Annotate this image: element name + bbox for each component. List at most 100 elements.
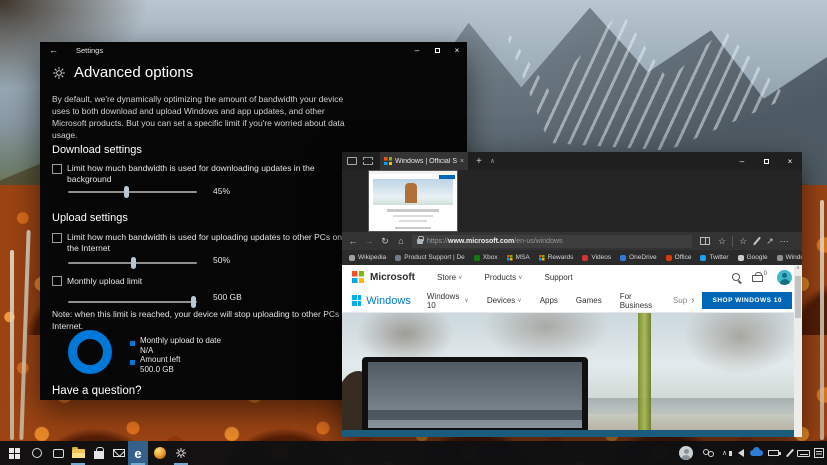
- nav-store[interactable]: Store∨: [437, 273, 463, 282]
- favorite-xbox[interactable]: Xbox: [474, 254, 498, 261]
- nav-products[interactable]: Products∨: [485, 273, 523, 282]
- scroll-up-icon[interactable]: ∧: [794, 265, 802, 271]
- favorite-windows10-compare[interactable]: Windows 10 Compar-: [777, 254, 802, 261]
- color-orb-app-button[interactable]: [150, 441, 170, 465]
- page-description: By default, we're dynamically optimizing…: [52, 94, 352, 142]
- hub-favorites-icon[interactable]: ☆: [739, 236, 747, 247]
- monthly-upload-limit-checkbox[interactable]: [52, 276, 62, 286]
- close-button[interactable]: ×: [447, 42, 467, 58]
- favorite-rewards[interactable]: Rewards: [539, 254, 574, 261]
- slider-thumb[interactable]: [124, 186, 129, 198]
- refresh-icon[interactable]: ↻: [377, 236, 393, 247]
- close-button[interactable]: ×: [778, 152, 802, 170]
- office-icon: [666, 255, 672, 261]
- tray-volume[interactable]: [732, 441, 749, 465]
- favorite-onedrive[interactable]: OneDrive: [620, 254, 656, 261]
- microsoft-brand[interactable]: Microsoft: [370, 272, 415, 283]
- mail-button[interactable]: [109, 441, 129, 465]
- favorite-twitter[interactable]: Twitter: [700, 254, 728, 261]
- monthly-upload-slider[interactable]: [68, 301, 197, 303]
- search-icon[interactable]: [732, 273, 740, 281]
- slider-thumb[interactable]: [131, 257, 136, 269]
- scrollbar-thumb[interactable]: [795, 276, 801, 318]
- upload-usage-donut-chart: [68, 330, 112, 374]
- reading-view-icon[interactable]: [700, 237, 710, 245]
- edge-button[interactable]: e: [128, 441, 148, 465]
- home-icon[interactable]: ⌂: [393, 236, 409, 246]
- back-icon[interactable]: ←: [49, 45, 58, 55]
- support-icon: [395, 255, 401, 261]
- hero-image: [342, 313, 794, 430]
- favorite-product-support[interactable]: Product Support | De: [395, 254, 465, 261]
- new-tab-button[interactable]: +: [476, 156, 482, 167]
- tab-preview-thumbnail[interactable]: [368, 170, 458, 232]
- windows-logo[interactable]: [352, 295, 361, 306]
- pen-icon: [785, 449, 793, 458]
- upload-limit-label: Limit how much bandwidth is used for upl…: [67, 232, 352, 255]
- wallpaper-birch-trunk: [10, 250, 14, 440]
- nav-devices[interactable]: Devices∨: [487, 296, 522, 305]
- maximize-icon: [764, 159, 769, 164]
- add-favorite-star-icon[interactable]: ☆: [718, 236, 726, 247]
- maximize-button[interactable]: [754, 152, 778, 170]
- microsoft-logo[interactable]: [352, 271, 364, 283]
- download-bandwidth-slider[interactable]: [68, 191, 197, 193]
- user-avatar-icon: [679, 446, 693, 460]
- nav-support-truncated[interactable]: Sup: [673, 296, 687, 305]
- nav-windows10[interactable]: Windows 10∨: [427, 292, 469, 310]
- page-scrollbar[interactable]: ∧: [794, 265, 802, 437]
- file-explorer-button[interactable]: [68, 441, 88, 465]
- chevron-down-icon: ∨: [518, 274, 522, 281]
- forward-icon[interactable]: →: [361, 236, 377, 246]
- favorite-msa[interactable]: MSA: [507, 254, 530, 261]
- microsoft-header: Microsoft Store∨ Products∨ Support 0: [342, 265, 802, 289]
- store-button[interactable]: [89, 441, 109, 465]
- nav-support[interactable]: Support: [545, 273, 573, 282]
- minimize-button[interactable]: –: [730, 152, 754, 170]
- shop-windows10-button[interactable]: SHOP WINDOWS 10: [702, 292, 792, 309]
- slider-thumb[interactable]: [191, 296, 196, 308]
- favorite-wikipedia[interactable]: Wikipedia: [349, 254, 386, 261]
- nav-for-business[interactable]: For Business: [620, 292, 659, 310]
- wallpaper-birch-trunk: [820, 200, 824, 440]
- favorite-office[interactable]: Office: [666, 254, 692, 261]
- browser-tab[interactable]: Windows | Official Site f ×: [380, 152, 468, 170]
- start-button[interactable]: [4, 441, 24, 465]
- account-avatar[interactable]: [777, 270, 792, 285]
- gear-icon: [52, 66, 66, 80]
- more-options-icon[interactable]: ⋯: [780, 236, 789, 247]
- monthly-slider-value: 500 GB: [213, 292, 242, 302]
- windows-brand[interactable]: Windows: [366, 295, 411, 307]
- chevron-down-icon: ∨: [517, 297, 521, 304]
- web-note-pen-icon[interactable]: [753, 237, 761, 246]
- favorite-google[interactable]: Google: [738, 254, 768, 261]
- tab-close-icon[interactable]: ×: [460, 158, 464, 165]
- upload-bandwidth-slider[interactable]: [68, 262, 197, 264]
- action-center-button[interactable]: [810, 441, 827, 465]
- windows-subheader: Windows Windows 10∨ Devices∨ Apps Games …: [342, 289, 802, 313]
- nav-apps[interactable]: Apps: [540, 296, 558, 305]
- cortana-button[interactable]: [27, 441, 47, 465]
- tabs-set-aside-icon[interactable]: [363, 157, 373, 165]
- tray-user-avatar[interactable]: [676, 441, 696, 465]
- settings-taskbar-button[interactable]: [171, 441, 191, 465]
- set-tabs-aside-icon[interactable]: [347, 157, 357, 165]
- favorite-videos[interactable]: Videos: [582, 254, 611, 261]
- upload-limit-checkbox[interactable]: [52, 233, 62, 243]
- back-icon[interactable]: ←: [345, 236, 361, 246]
- tray-people[interactable]: [699, 441, 716, 465]
- tray-onedrive[interactable]: [748, 441, 765, 465]
- monthly-upload-limit-label: Monthly upload limit: [67, 276, 352, 287]
- share-icon[interactable]: ↗: [766, 236, 774, 247]
- minimize-button[interactable]: –: [407, 42, 427, 58]
- cart-icon[interactable]: [752, 275, 763, 282]
- url-text[interactable]: https://www.microsoft.com/en-us/windows: [427, 238, 563, 245]
- address-bar[interactable]: https://www.microsoft.com/en-us/windows: [412, 235, 692, 248]
- task-view-button[interactable]: [48, 441, 68, 465]
- maximize-button[interactable]: [427, 42, 447, 58]
- nav-more-chevron-icon[interactable]: ›: [691, 295, 694, 306]
- download-limit-checkbox[interactable]: [52, 164, 62, 174]
- tab-preview-toggle-icon[interactable]: ∧: [490, 157, 495, 165]
- tray-battery[interactable]: [765, 441, 782, 465]
- nav-games[interactable]: Games: [576, 296, 602, 305]
